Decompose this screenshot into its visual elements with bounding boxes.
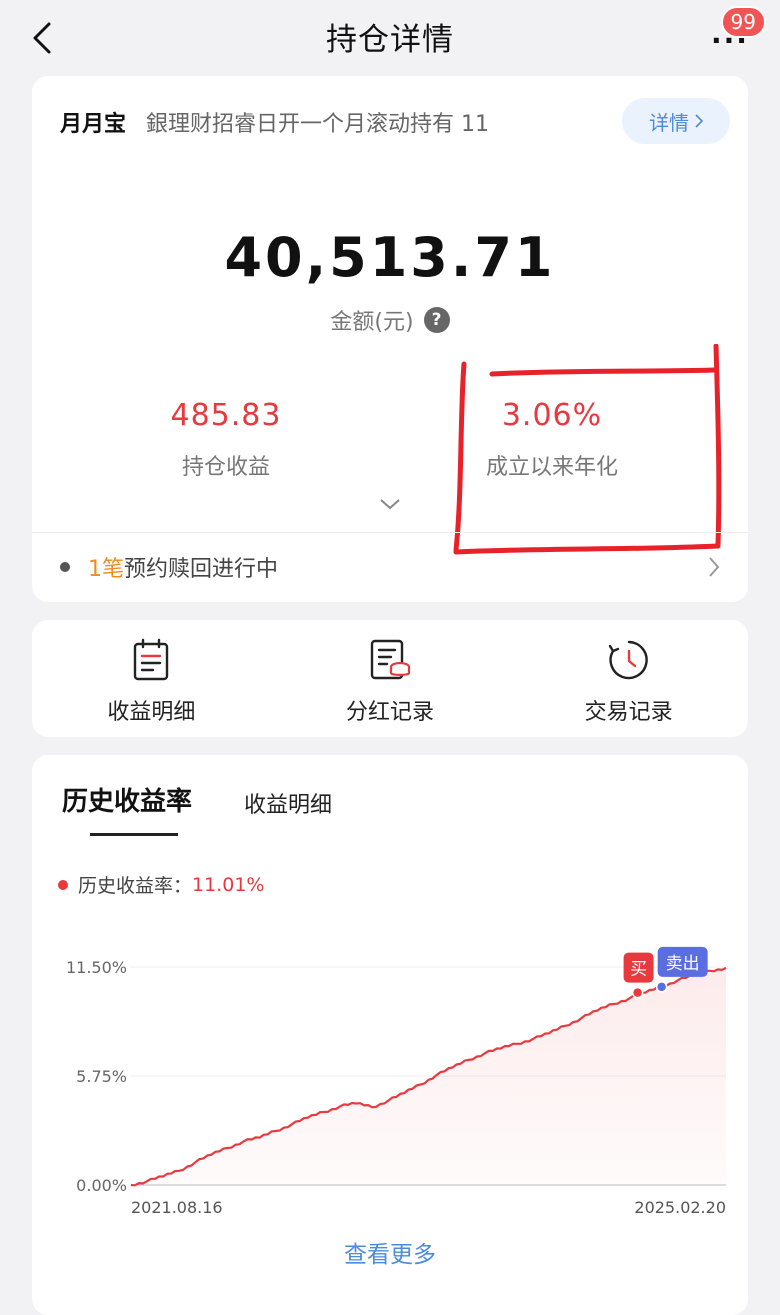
shortcut-card: 收益明细 分红记录 交易记录 xyxy=(32,620,748,737)
tab-history-return[interactable]: 历史收益率 xyxy=(62,781,192,818)
app-header: 持仓详情 ··· 99 xyxy=(0,0,780,76)
chevron-right-icon xyxy=(695,114,703,128)
y-axis-tick-label: 11.50% xyxy=(66,958,127,977)
shortcut-income-detail[interactable]: 收益明细 xyxy=(32,620,271,737)
notification-badge: 99 xyxy=(720,6,766,38)
document-coins-icon xyxy=(370,639,411,680)
legend-value: 11.01% xyxy=(192,873,265,896)
y-axis-tick-label: 0.00% xyxy=(76,1176,127,1195)
sell-marker-dot[interactable] xyxy=(655,981,668,993)
tab-income-detail[interactable]: 收益明细 xyxy=(244,787,332,819)
legend-label: 历史收益率： xyxy=(78,875,193,897)
product-description: 銀理财招睿日开一个月滚动持有 11 xyxy=(146,112,489,137)
chevron-down-icon[interactable] xyxy=(378,492,402,516)
sell-marker-label: 卖出 xyxy=(666,954,700,974)
history-return-chart[interactable]: 11.50% 5.75% 0.00% 买卖出 2021.08.16 2025.02.… xyxy=(32,945,748,1225)
notice-count: 1笔 xyxy=(88,557,124,582)
holding-card: 月月宝 銀理财招睿日开一个月滚动持有 11 详情 40,513.71 金额(元)… xyxy=(32,76,748,602)
profit-label: 持仓收益 xyxy=(181,455,270,480)
shortcut-label: 分红记录 xyxy=(346,700,435,725)
amount-label-row: 金额(元) ? xyxy=(32,304,748,336)
annualized-value: 3.06% xyxy=(501,398,603,433)
annualized-metric: 3.06% 成立以来年化 xyxy=(422,398,682,481)
active-tab-indicator xyxy=(90,833,178,836)
clock-history-icon xyxy=(608,640,648,680)
help-icon[interactable]: ? xyxy=(423,307,450,333)
shortcut-trade-record[interactable]: 交易记录 xyxy=(509,620,748,737)
view-more-link[interactable]: 查看更多 xyxy=(32,1235,748,1269)
amount-label: 金额(元) xyxy=(330,310,414,335)
x-axis-end-label: 2025.02.20 xyxy=(634,1198,726,1217)
shortcut-label: 收益明细 xyxy=(107,700,196,725)
buy-marker-label: 买 xyxy=(630,960,647,980)
clipboard-list-icon xyxy=(134,638,169,681)
product-name: 月月宝 xyxy=(60,112,127,137)
chart-legend: 历史收益率： 11.01% xyxy=(58,871,264,898)
buy-marker-dot[interactable] xyxy=(631,986,644,999)
annualized-label: 成立以来年化 xyxy=(485,455,618,480)
notice-text: 预约赎回进行中 xyxy=(124,557,279,582)
profit-metric: 485.83 持仓收益 xyxy=(96,398,356,481)
chart-area-fill xyxy=(131,967,726,1186)
y-axis-tick-label: 5.75% xyxy=(76,1067,127,1086)
x-axis-start-label: 2021.08.16 xyxy=(131,1198,223,1217)
shortcut-label: 交易记录 xyxy=(584,700,673,725)
amount-value: 40,513.71 xyxy=(224,226,556,289)
redemption-notice-row[interactable]: 1笔 预约赎回进行中 xyxy=(32,532,748,602)
detail-button[interactable]: 详情 xyxy=(622,98,730,144)
profit-value: 485.83 xyxy=(170,398,282,433)
legend-dot xyxy=(58,879,68,890)
detail-button-label: 详情 xyxy=(649,110,689,135)
shortcut-dividend-record[interactable]: 分红记录 xyxy=(271,620,510,737)
bullet-dot xyxy=(60,562,70,572)
chevron-right-icon xyxy=(709,557,720,577)
history-return-card: 历史收益率 收益明细 历史收益率： 11.01% 11.50% 5.75% 0.00… xyxy=(32,755,748,1315)
page-title: 持仓详情 xyxy=(326,22,454,58)
